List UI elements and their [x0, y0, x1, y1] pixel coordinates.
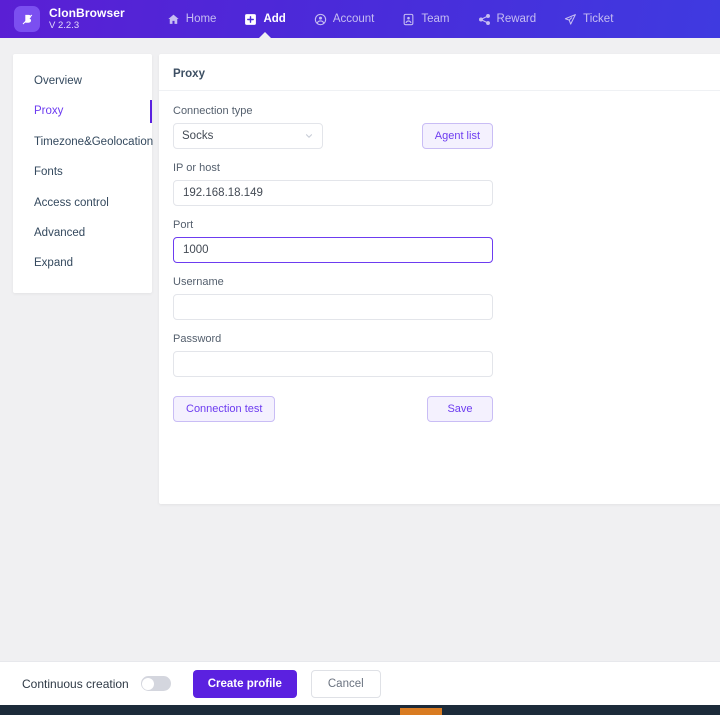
home-icon — [167, 13, 180, 26]
field-username: Username — [173, 276, 493, 320]
nav-item-home[interactable]: Home — [153, 0, 231, 38]
username-label: Username — [173, 276, 224, 288]
nav-item-team-label: Team — [421, 13, 450, 25]
sidebar-item-timezone-geolocation-label: Timezone&Geolocation — [34, 135, 154, 148]
sidebar-item-fonts[interactable]: Fonts — [13, 157, 152, 187]
proxy-form: Connection type Socks Agent list IP or h… — [159, 91, 507, 422]
sidebar-item-access-control-label: Access control — [34, 196, 109, 209]
field-port: Port 1000 — [173, 219, 493, 263]
nav-item-add[interactable]: Add — [230, 0, 299, 38]
nav-item-add-label: Add — [263, 13, 286, 25]
sidebar-item-overview-label: Overview — [34, 75, 82, 87]
panel-title: Proxy — [159, 68, 720, 91]
proxy-panel: Proxy Connection type Socks Agent list I… — [159, 54, 720, 504]
create-profile-button[interactable]: Create profile — [192, 669, 297, 698]
sidebar-item-access-control[interactable]: Access control — [13, 188, 152, 218]
sidebar-item-proxy-label: Proxy — [34, 105, 64, 118]
continuous-creation-toggle[interactable] — [140, 676, 171, 691]
share-icon — [478, 13, 491, 26]
connection-type-select[interactable]: Socks — [173, 123, 323, 149]
nav-item-ticket[interactable]: Ticket — [550, 0, 627, 38]
nav-item-reward-label: Reward — [496, 13, 537, 25]
sidebar-item-expand[interactable]: Expand — [13, 248, 152, 278]
toggle-knob — [142, 677, 155, 690]
field-connection-type: Connection type Socks Agent list — [173, 105, 493, 149]
sidebar-item-fonts-label: Fonts — [34, 166, 63, 179]
clonbrowser-logo-icon — [14, 6, 40, 32]
continuous-creation-label: Continuous creation — [22, 676, 129, 691]
sidebar-item-advanced-label: Advanced — [34, 226, 86, 239]
nav-item-account[interactable]: Account — [300, 0, 389, 38]
ip-or-host-label: IP or host — [173, 162, 220, 174]
brand-name: ClonBrowser — [49, 6, 125, 21]
paper-plane-icon — [564, 13, 577, 26]
plus-square-icon — [244, 13, 257, 26]
team-card-icon — [402, 13, 415, 26]
password-input[interactable] — [173, 351, 493, 377]
main-nav: Home Add Account Team Reward Ticket — [153, 0, 628, 38]
connection-type-value: Socks — [182, 130, 214, 142]
password-label: Password — [173, 333, 222, 345]
connection-test-button[interactable]: Connection test — [173, 396, 276, 422]
field-ip-or-host: IP or host 192.168.18.149 — [173, 162, 493, 206]
settings-sidebar: Overview Proxy Timezone&Geolocation Font… — [13, 54, 154, 293]
account-circle-icon — [314, 13, 327, 26]
field-password: Password — [173, 333, 493, 377]
nav-item-ticket-label: Ticket — [583, 13, 614, 25]
ip-or-host-input[interactable]: 192.168.18.149 — [173, 180, 493, 206]
sidebar-item-expand-label: Expand — [34, 257, 74, 270]
connection-type-label: Connection type — [173, 105, 253, 117]
continuous-creation-group: Continuous creation — [22, 676, 171, 691]
proxy-form-actions: Connection test Save — [173, 396, 493, 422]
ip-or-host-value: 192.168.18.149 — [183, 187, 263, 199]
port-value: 1000 — [183, 244, 209, 256]
footer-bar: Continuous creation Create profile Cance… — [0, 661, 720, 705]
nav-item-reward[interactable]: Reward — [464, 0, 551, 38]
nav-item-home-label: Home — [185, 13, 217, 25]
username-input[interactable] — [173, 294, 493, 320]
sidebar-item-timezone-geolocation[interactable]: Timezone&Geolocation — [13, 127, 154, 157]
nav-item-team[interactable]: Team — [388, 0, 463, 38]
os-taskbar — [0, 705, 720, 715]
taskbar-active-window-indicator[interactable] — [400, 708, 442, 715]
agent-list-button[interactable]: Agent list — [421, 123, 493, 149]
chevron-down-icon — [304, 131, 314, 141]
workspace: Overview Proxy Timezone&Geolocation Font… — [0, 38, 720, 661]
brand: ClonBrowser V 2.2.3 — [14, 6, 125, 32]
sidebar-item-overview[interactable]: Overview — [13, 66, 152, 96]
port-label: Port — [173, 219, 194, 231]
sidebar-item-advanced[interactable]: Advanced — [13, 218, 152, 248]
sidebar-item-proxy[interactable]: Proxy — [13, 96, 152, 126]
nav-item-account-label: Account — [332, 13, 375, 25]
brand-version: V 2.2.3 — [49, 20, 80, 32]
app-header: ClonBrowser V 2.2.3 Home Add Account Tea… — [0, 0, 720, 38]
save-button[interactable]: Save — [427, 396, 493, 422]
port-input[interactable]: 1000 — [173, 237, 493, 263]
cancel-button[interactable]: Cancel — [310, 669, 381, 698]
